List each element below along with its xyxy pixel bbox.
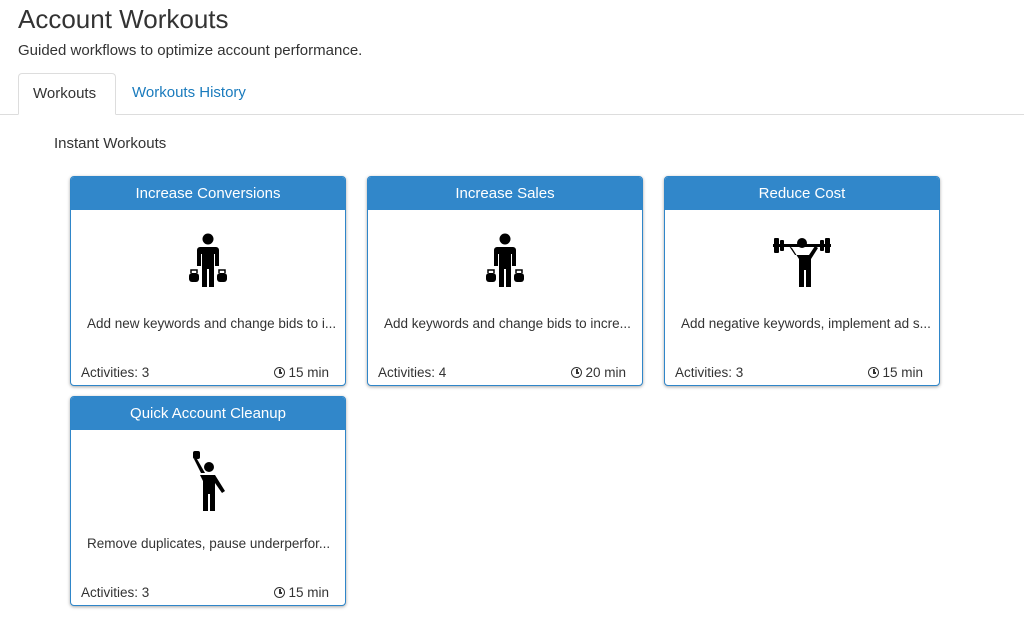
card-description: Add negative keywords, implement ad s... [681,316,931,331]
card-title: Increase Conversions [71,177,345,210]
workout-card-reduce-cost[interactable]: Reduce Cost Add negative keywords, imple… [664,176,940,386]
card-duration: 20 min [571,364,626,382]
card-title: Increase Sales [368,177,642,210]
tab-workouts[interactable]: Workouts [18,73,116,115]
card-duration: 15 min [868,364,923,382]
kettlebell-lifter-icon [470,227,540,297]
card-description: Add keywords and change bids to incre... [384,316,631,331]
clock-icon [571,367,583,378]
duration-text: 15 min [288,365,329,380]
workout-card-increase-conversions[interactable]: Increase Conversions Add new keywords an… [70,176,346,386]
card-activities: Activities: 4 [378,365,447,380]
card-title: Quick Account Cleanup [71,397,345,430]
tab-bar: Workouts Workouts History [0,73,1024,115]
account-workouts-page: Account Workouts Guided workflows to opt… [0,0,1024,619]
workout-card-quick-account-cleanup[interactable]: Quick Account Cleanup Remove duplicates,… [70,396,346,606]
card-activities: Activities: 3 [81,365,150,380]
clock-icon [274,587,286,598]
page-subtitle: Guided workflows to optimize account per… [18,42,363,59]
tab-workouts-history[interactable]: Workouts History [118,73,260,115]
section-title: Instant Workouts [54,135,167,152]
workout-card-increase-sales[interactable]: Increase Sales Add keywords and change b… [367,176,643,386]
card-description: Remove duplicates, pause underperfor... [87,536,331,551]
arm-raise-icon [173,445,243,515]
clock-icon [868,367,880,378]
duration-text: 15 min [288,585,329,600]
barbell-lifter-icon [767,227,837,297]
kettlebell-lifter-icon [173,227,243,297]
page-title: Account Workouts [18,4,229,34]
card-title: Reduce Cost [665,177,939,210]
card-description: Add new keywords and change bids to i... [87,316,337,331]
card-activities: Activities: 3 [81,585,150,600]
clock-icon [274,367,286,378]
duration-text: 15 min [882,365,923,380]
card-duration: 15 min [274,584,329,602]
duration-text: 20 min [585,365,626,380]
card-duration: 15 min [274,364,329,382]
card-activities: Activities: 3 [675,365,744,380]
